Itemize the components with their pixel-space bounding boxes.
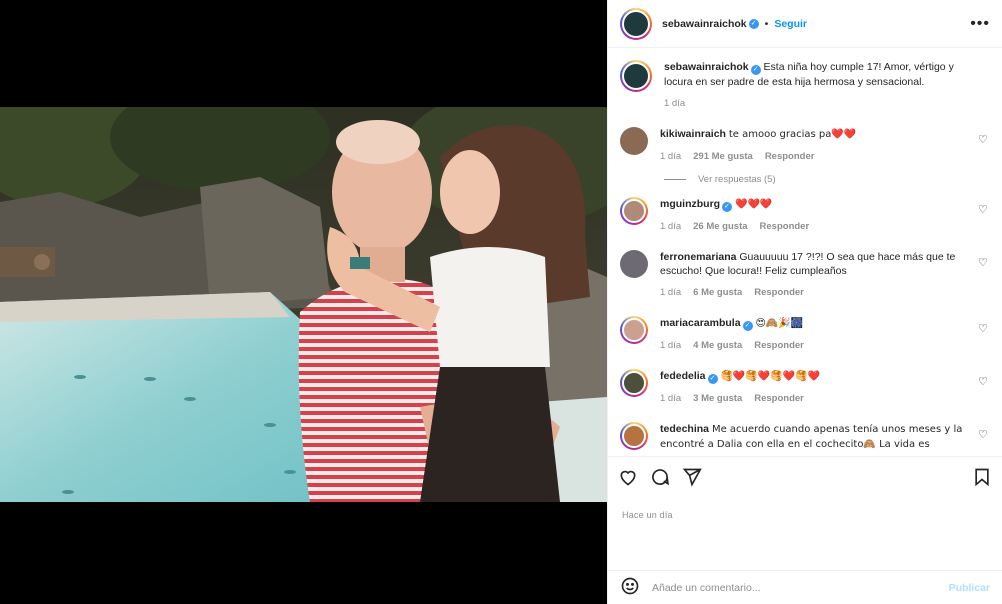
comment-avatar[interactable]: [620, 197, 648, 225]
comments-list[interactable]: sebawainraichok ✓ Esta niña hoy cumple 17…: [608, 48, 1002, 456]
reply-button[interactable]: Responder: [765, 150, 815, 164]
comment-username[interactable]: kikiwainraich: [660, 128, 726, 140]
like-heart-icon[interactable]: ♡: [978, 322, 990, 335]
comment-username[interactable]: mariacarambula: [660, 317, 741, 329]
verified-icon: ✓: [707, 374, 718, 384]
author-username[interactable]: sebawainraichok: [662, 18, 747, 30]
comment-text: te amooo gracias pa❤️❤️: [728, 129, 857, 140]
share-icon[interactable]: [682, 467, 702, 490]
caption-avatar[interactable]: [620, 60, 652, 92]
comment-item: mguinzburg ✓ ❤️❤️❤️ 1 día 26 Me gusta Res…: [620, 197, 990, 234]
comment-time[interactable]: 1 día: [660, 339, 681, 353]
like-heart-icon[interactable]: ♡: [978, 133, 990, 146]
caption-time[interactable]: 1 día: [664, 97, 685, 111]
comment-likes[interactable]: 26 Me gusta: [693, 220, 747, 234]
comment-time[interactable]: 1 día: [660, 220, 681, 234]
author-avatar[interactable]: [620, 7, 652, 40]
comment-avatar[interactable]: [620, 127, 648, 155]
reply-button[interactable]: Responder: [754, 392, 804, 406]
comment-avatar[interactable]: [620, 422, 648, 450]
post-time[interactable]: Hace un día: [608, 500, 1002, 570]
comment-likes[interactable]: 4 Me gusta: [693, 339, 742, 353]
replies-line: [664, 179, 686, 180]
comment-time[interactable]: 1 día: [660, 150, 681, 164]
verified-icon: ✓: [742, 321, 753, 331]
view-replies-label[interactable]: Ver respuestas (5): [698, 174, 776, 185]
comment-likes[interactable]: 291 Me gusta: [693, 150, 753, 164]
verified-icon: ✓: [750, 65, 761, 75]
comment-item: kikiwainraich te amooo gracias pa❤️❤️ 1 …: [620, 127, 990, 164]
comment-avatar[interactable]: [620, 250, 648, 278]
reply-button[interactable]: Responder: [754, 339, 804, 353]
comment-likes[interactable]: 6 Me gusta: [693, 286, 742, 300]
post-photo: [0, 107, 607, 502]
separator-dot: •: [764, 17, 769, 30]
post-media[interactable]: [0, 0, 607, 604]
reply-button[interactable]: Responder: [760, 220, 810, 234]
comment-username[interactable]: ferronemariana: [660, 251, 736, 263]
comment-username[interactable]: mguinzburg: [660, 198, 720, 210]
add-comment-bar: Publicar: [608, 570, 1002, 604]
post-side-panel: sebawainraichok ✓ • Seguir ••• sebawainr…: [607, 0, 1002, 604]
comment-item: tedechina Me acuerdo cuando apenas tenía…: [620, 422, 990, 452]
follow-button[interactable]: Seguir: [774, 18, 807, 30]
caption-username[interactable]: sebawainraichok: [664, 61, 749, 73]
reply-button[interactable]: Responder: [754, 286, 804, 300]
like-heart-icon[interactable]: ♡: [978, 375, 990, 388]
more-icon[interactable]: •••: [970, 15, 990, 33]
comment-likes[interactable]: 3 Me gusta: [693, 392, 742, 406]
post-header: sebawainraichok ✓ • Seguir •••: [608, 0, 1002, 48]
verified-icon: ✓: [748, 18, 759, 29]
comment-username[interactable]: fededelia: [660, 370, 706, 382]
comment-avatar[interactable]: [620, 316, 648, 344]
publish-button[interactable]: Publicar: [949, 582, 990, 594]
comment-item: fededelia ✓ 🥞❤️🥞❤️🥞❤️🥞❤️ 1 día 3 Me gusta…: [620, 369, 990, 406]
comment-input[interactable]: [652, 581, 949, 594]
comment-time[interactable]: 1 día: [660, 392, 681, 406]
comment-text: 🥞❤️🥞❤️🥞❤️🥞❤️: [720, 371, 821, 382]
like-heart-icon[interactable]: ♡: [978, 428, 990, 441]
heart-icon[interactable]: [618, 467, 638, 490]
like-heart-icon[interactable]: ♡: [978, 203, 990, 216]
post-actions: [608, 456, 1002, 500]
comment-time[interactable]: 1 día: [660, 286, 681, 300]
comment-avatar[interactable]: [620, 369, 648, 397]
emoji-icon[interactable]: [620, 576, 640, 599]
comment-username[interactable]: tedechina: [660, 423, 709, 435]
bookmark-icon[interactable]: [972, 467, 992, 490]
caption: sebawainraichok ✓ Esta niña hoy cumple 17…: [620, 60, 990, 111]
comment-text: 😍🙈🎉🎆: [755, 318, 804, 329]
comment-item: ferronemariana Guauuuuu 17 ?!?! O sea qu…: [620, 250, 990, 300]
comment-icon[interactable]: [650, 467, 670, 490]
comment-text: ❤️❤️❤️: [735, 199, 773, 210]
comment-item: mariacarambula ✓ 😍🙈🎉🎆 1 día 4 Me gusta Re…: [620, 316, 990, 353]
like-heart-icon[interactable]: ♡: [978, 256, 990, 269]
view-replies[interactable]: Ver respuestas (5): [664, 174, 990, 185]
verified-icon: ✓: [722, 202, 733, 212]
